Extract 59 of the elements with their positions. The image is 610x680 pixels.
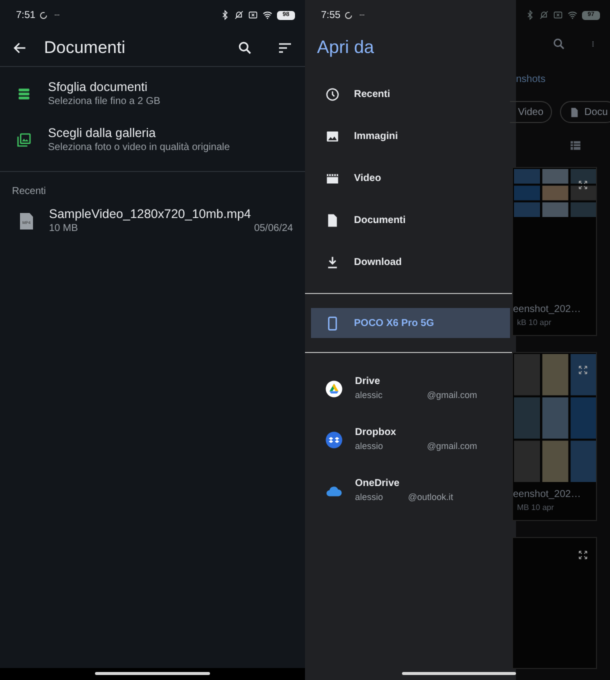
account-email-start: alessio [355, 491, 384, 504]
gallery-card[interactable]: eenshot_202… MB 10 apr [512, 352, 597, 521]
back-arrow-icon[interactable] [12, 40, 28, 56]
device-item[interactable]: POCO X6 Pro 5G [311, 308, 510, 338]
card-caption: eenshot_202… [513, 303, 582, 317]
sync-icon [344, 10, 354, 20]
bluetooth-icon [525, 10, 535, 20]
card-meta: kB 10 apr [516, 317, 552, 329]
document-icon [325, 212, 340, 228]
account-email-end: @outlook.it [408, 491, 454, 504]
image-icon [325, 128, 340, 144]
list-view-icon[interactable] [569, 138, 582, 152]
expand-icon[interactable] [578, 180, 588, 190]
document-icon [569, 106, 580, 118]
section-header: Recenti [11, 185, 47, 199]
bluetooth-icon [220, 10, 230, 20]
option-item[interactable]: Sfoglia documenti Seleziona file fino a 2 GB [0, 71, 305, 117]
wifi-icon [262, 10, 273, 20]
option-title: Scegli dalla galleria [48, 126, 157, 141]
account-email-end: @gmail.com [427, 389, 478, 402]
dropbox-logo-icon [325, 430, 343, 448]
option-title: Sfoglia documenti [48, 80, 148, 95]
wifi-icon [567, 10, 578, 20]
card-meta: MB 10 apr [516, 502, 555, 514]
drawer-title: Apri da [316, 36, 376, 59]
file-size: 10 MB [49, 222, 78, 235]
photo-library-icon [16, 132, 32, 148]
account-service: Dropbox [355, 426, 398, 440]
clock-icon [325, 86, 340, 102]
gallery-card[interactable]: eenshot_202… kB 10 apr [512, 167, 597, 336]
account-email-end: @gmail.com [427, 440, 478, 454]
screen-title: Documenti [44, 37, 126, 60]
folder-tab[interactable]: nshots [516, 72, 610, 87]
muted-bell-icon [234, 10, 244, 20]
option-subtitle: Seleziona file fino a 2 GB [48, 95, 160, 108]
no-sim-icon [248, 10, 258, 20]
search-icon[interactable] [237, 40, 253, 56]
muted-bell-icon [539, 10, 549, 20]
expand-icon[interactable] [578, 550, 588, 560]
option-item[interactable]: Scegli dalla galleria Seleziona foto o video in qualità originale [0, 117, 305, 163]
filter-chip[interactable]: Docu [560, 101, 610, 123]
stack-icon [16, 86, 32, 102]
file-date: 05/06/24 [254, 222, 293, 235]
file-name: SampleVideo_1280x720_10mb.mp4 [49, 207, 252, 222]
no-sim-icon [553, 10, 563, 20]
account-email-start: alessio [355, 440, 384, 454]
phone-icon [325, 316, 340, 330]
filter-chip[interactable]: Video [510, 101, 552, 123]
drive-logo-icon [325, 380, 343, 398]
option-subtitle: Seleziona foto o video in qualità originale [48, 141, 230, 154]
expand-icon[interactable] [578, 365, 588, 375]
card-caption: eenshot_202… [513, 488, 582, 502]
clock-time: 7:55 [321, 8, 340, 22]
account-service: Drive [355, 375, 382, 390]
clock-time: 7:51 [16, 8, 36, 22]
sync-icon [39, 10, 48, 20]
account-service: OneDrive [355, 477, 400, 492]
account-email-start: alessic [355, 389, 384, 402]
download-icon [325, 254, 340, 270]
